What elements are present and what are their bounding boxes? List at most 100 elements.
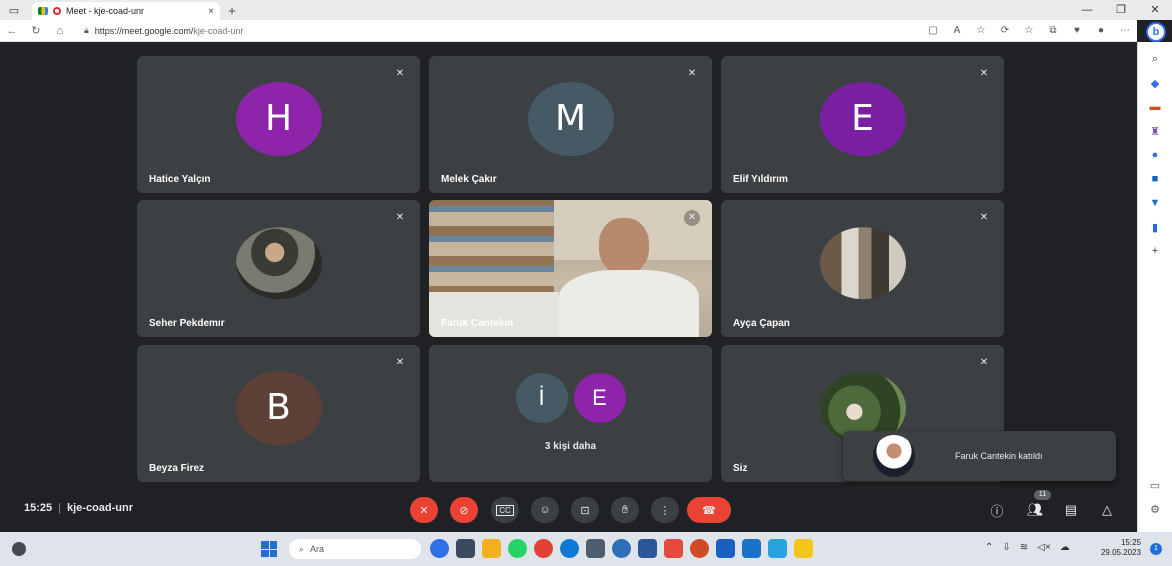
chrome-icon[interactable] [534,539,553,558]
sidebar-search-icon[interactable]: ⌕ [1146,50,1164,68]
tab-actions-icon[interactable]: ▭ [0,0,28,20]
profile-photo [235,226,322,299]
browser-tab-meet[interactable]: Meet - kje-coad-unr × [32,2,220,20]
favorite-star-icon[interactable]: ☆ [969,25,993,36]
app-r-icon[interactable] [586,539,605,558]
collections-icon[interactable]: ⧉ [1041,25,1065,36]
weather-icon[interactable] [12,542,26,556]
bing-app-icon[interactable] [430,539,449,558]
education-icon[interactable] [716,539,735,558]
close-window-icon[interactable]: ✕ [1138,0,1172,20]
chat-button[interactable]: ▤ [1060,498,1082,522]
app-p-icon[interactable] [664,539,683,558]
restore-icon[interactable]: ❐ [1104,0,1138,20]
url-field[interactable]: 🔒︎ https://meet.google.com/kje-coad-unr [80,22,780,39]
mail-icon[interactable] [742,539,761,558]
taskbar-search[interactable]: ⌕ Ara [289,539,421,559]
sidebar-tools-icon[interactable]: ▮ [1146,218,1164,236]
more-options-button[interactable]: ⋮ [651,497,679,523]
address-bar: ← ↻ ⌂ 🔒︎ https://meet.google.com/kje-coa… [0,20,1137,42]
sidebar-tag-icon[interactable]: ◆ [1146,74,1164,92]
edge-icon[interactable] [560,539,579,558]
participant-tile-video[interactable]: ✕ Faruk Cantekin [429,200,712,337]
raise-hand-button[interactable]: ✋︎ [611,497,639,523]
tab-close-button[interactable]: × [208,6,214,17]
sidebar-layout-icon[interactable]: ▭ [1146,476,1164,494]
participant-tile[interactable]: ✕ M Melek Çakır [429,56,712,193]
taskbar-clock[interactable]: 15:25 29.05.2023 [1093,538,1141,558]
heart-icon[interactable]: ♥ [1065,25,1089,36]
sticky-notes-icon[interactable] [794,539,813,558]
volume-icon[interactable]: ◁× [1037,542,1051,553]
participant-tile[interactable]: ✕ H Hatice Yalçın [137,56,420,193]
windows-taskbar: ⌕ Ara ⌃ ⇩ ≋ ◁× ☁ 15:25 29.05.2023 1 [0,532,1172,566]
app-blue-icon[interactable] [612,539,631,558]
participant-name: Ayça Çapan [733,318,790,329]
camera-toggle-button[interactable]: ⊘ [450,497,478,523]
wifi-icon[interactable]: ≋ [1020,542,1028,553]
start-button[interactable] [261,541,277,557]
bing-chat-button[interactable]: b [1146,22,1166,42]
back-icon[interactable]: ← [0,25,24,37]
meet-controls-bar: 15:25 | kje-coad-unr ✕ ⊘ CC ☺ ⊡ ✋︎ ⋮ ☎ ⓘ 1… [0,490,1137,532]
onedrive-icon[interactable]: ☁ [1060,542,1070,553]
leave-call-button[interactable]: ☎ [687,497,731,523]
usb-icon[interactable]: ⇩ [1002,542,1010,553]
captions-button[interactable]: CC [491,497,519,523]
refresh-icon[interactable]: ↻ [24,24,48,37]
word-icon[interactable] [638,539,657,558]
profile-icon[interactable]: ● [1089,25,1113,36]
participant-name: Melek Çakır [441,174,497,185]
sidebar-games-icon[interactable]: ♜ [1146,122,1164,140]
meeting-time: 15:25 [24,502,53,514]
camera-video [429,200,712,337]
participant-tile[interactable]: ✕ Ayça Çapan [721,200,1004,337]
participant-joined-toast: Faruk Cantekin katıldı [843,431,1116,481]
minimize-icon[interactable]: — [1070,0,1104,20]
telegram-icon[interactable] [768,539,787,558]
notification-badge[interactable]: 1 [1150,543,1162,555]
participant-tile[interactable]: ✕ Seher Pekdemır [137,200,420,337]
powerpoint-icon[interactable] [690,539,709,558]
tray-overflow-icon[interactable]: ⌃ [985,542,993,553]
sidebar-drop-icon[interactable]: ▼ [1146,194,1164,212]
sidebar-office-icon[interactable]: ● [1146,146,1164,164]
favorites-icon[interactable]: ☆ [1017,25,1041,36]
sidebar-shopping-icon[interactable]: ▬ [1146,98,1164,116]
profile-photo [819,226,906,299]
clock-date: 29.05.2023 [1100,548,1141,557]
extensions-icon[interactable]: ⟳ [993,25,1017,36]
meeting-info: 15:25 | kje-coad-unr [24,502,133,514]
url-path: kje-coad-unr [193,25,244,36]
more-participants-avatars: İ E [515,373,626,423]
camera-permission-icon[interactable]: ▢ [921,25,945,36]
avatar: H [235,81,322,156]
task-view-icon[interactable] [456,539,475,558]
meeting-details-button[interactable]: ⓘ [986,498,1008,522]
activities-button[interactable]: △ [1096,498,1118,522]
read-aloud-icon[interactable]: A [945,25,969,36]
toast-text: Faruk Cantekin katıldı [955,451,1043,461]
present-screen-button[interactable]: ⊡ [571,497,599,523]
participant-tile[interactable]: ✕ B Beyza Firez [137,345,420,482]
sidebar-settings-icon[interactable]: ⚙ [1146,500,1164,518]
more-participants-tile[interactable]: İ E 3 kişi daha [429,345,712,482]
whatsapp-icon[interactable] [508,539,527,558]
mic-off-icon: ✕ [979,212,989,223]
more-menu-icon[interactable]: ⋯ [1113,25,1137,36]
reactions-button[interactable]: ☺ [531,497,559,523]
file-explorer-icon[interactable] [482,539,501,558]
mic-off-icon: ✕ [979,357,989,368]
sidebar-add-icon[interactable]: + [1146,242,1164,260]
new-tab-button[interactable]: + [220,2,244,20]
microphone-toggle-button[interactable]: ✕ [410,497,438,523]
info-icon: ⓘ [990,503,1004,519]
separator: | [58,502,61,514]
participant-tile[interactable]: ✕ E Elif Yıldırım [721,56,1004,193]
hand-icon: ✋︎ [621,503,629,516]
people-button[interactable]: 👥︎ [1024,498,1046,522]
address-bar-actions: ▢ A ☆ ⟳ ☆ ⧉ ♥ ● ⋯ [921,25,1137,36]
search-icon: ⌕ [299,543,305,554]
sidebar-outlook-icon[interactable]: ■ [1146,170,1164,188]
home-icon[interactable]: ⌂ [48,25,72,37]
